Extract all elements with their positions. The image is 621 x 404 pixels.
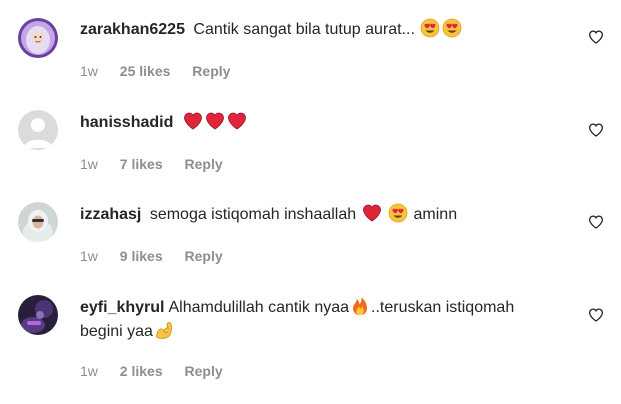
heart-eyes-emoji <box>388 203 408 223</box>
like-heart-icon[interactable] <box>588 307 604 323</box>
comment-time: 1w <box>80 156 98 172</box>
reply-button[interactable]: Reply <box>185 248 223 264</box>
comment-text: izzahasj semoga istiqomah inshaallah ami… <box>80 203 570 227</box>
comment-item: zarakhan6225 Cantik sangat bila tutup au… <box>0 0 621 95</box>
comment-meta: 1w 9 likes Reply <box>80 248 241 264</box>
likes-count[interactable]: 7 likes <box>120 156 163 172</box>
avatar[interactable] <box>18 202 58 242</box>
heart-eyes-emoji <box>442 18 462 38</box>
comment-body-middle: ..teruskan istiqomah <box>371 299 515 316</box>
comment-body: Alhamdulillah cantik nyaa <box>168 299 350 316</box>
red-heart-emoji <box>227 111 247 131</box>
likes-count[interactable]: 25 likes <box>120 63 171 79</box>
like-heart-icon[interactable] <box>588 214 604 230</box>
username[interactable]: izzahasj <box>80 206 141 223</box>
red-heart-emoji <box>362 203 382 223</box>
comment-text: hanisshadid <box>80 111 570 135</box>
username[interactable]: eyfi_khyrul <box>80 299 164 316</box>
comment-body-line2: begini yaa <box>80 323 153 340</box>
comment-meta: 1w 2 likes Reply <box>80 363 241 379</box>
red-heart-emoji <box>205 111 225 131</box>
comment-meta: 1w 7 likes Reply <box>80 156 241 172</box>
comment-text: eyfi_khyrul Alhamdulillah cantik nyaa ..te… <box>80 296 570 344</box>
reply-button[interactable]: Reply <box>185 363 223 379</box>
reply-button[interactable]: Reply <box>192 63 230 79</box>
red-heart-emoji <box>183 111 203 131</box>
comment-body: semoga istiqomah inshaallah <box>149 206 357 223</box>
comment-body-end: aminn <box>413 206 458 223</box>
heart-eyes-emoji <box>420 18 440 38</box>
username[interactable]: zarakhan6225 <box>80 21 185 38</box>
comment-item: eyfi_khyrul Alhamdulillah cantik nyaa ..te… <box>0 280 621 404</box>
fire-emoji <box>350 296 370 316</box>
comment-item: hanisshadid 1w 7 likes Reply <box>0 95 621 188</box>
username[interactable]: hanisshadid <box>80 114 173 131</box>
comment-time: 1w <box>80 248 98 264</box>
likes-count[interactable]: 2 likes <box>120 363 163 379</box>
comment-text: zarakhan6225 Cantik sangat bila tutup au… <box>80 18 570 42</box>
like-heart-icon[interactable] <box>588 122 604 138</box>
comment-body: Cantik sangat bila tutup aurat... <box>193 21 415 38</box>
likes-count[interactable]: 9 likes <box>120 248 163 264</box>
comment-meta: 1w 25 likes Reply <box>80 63 248 79</box>
flexed-biceps-emoji <box>154 320 174 340</box>
avatar[interactable] <box>18 18 58 58</box>
comment-time: 1w <box>80 363 98 379</box>
reply-button[interactable]: Reply <box>185 156 223 172</box>
avatar[interactable] <box>18 110 58 150</box>
comment-item: izzahasj semoga istiqomah inshaallah ami… <box>0 188 621 280</box>
avatar[interactable] <box>18 295 58 335</box>
comment-time: 1w <box>80 63 98 79</box>
like-heart-icon[interactable] <box>588 29 604 45</box>
